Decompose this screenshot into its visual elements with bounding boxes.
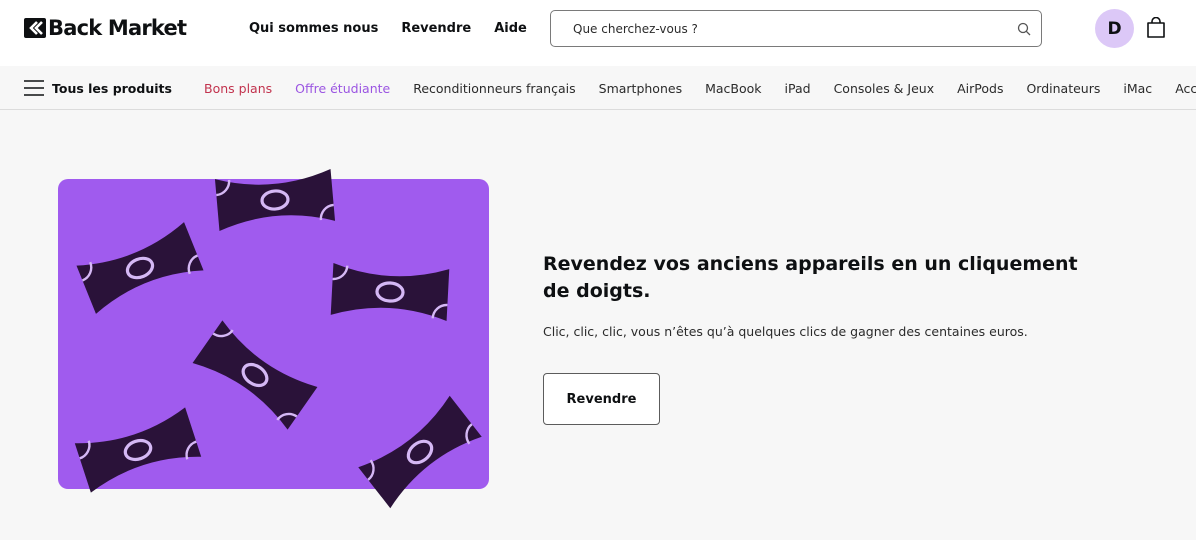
category-link-airpods[interactable]: AirPods xyxy=(957,80,1003,97)
nav-link-help[interactable]: Aide xyxy=(494,20,527,38)
category-bar: Tous les produits Bons plans Offre étudi… xyxy=(0,66,1196,110)
category-link-smartphones[interactable]: Smartphones xyxy=(599,80,682,97)
hero-illustration-card xyxy=(58,179,489,489)
all-products-menu-button[interactable]: Tous les produits xyxy=(24,79,172,97)
search-icon[interactable] xyxy=(1017,22,1031,36)
hero-subtitle: Clic, clic, clic, vous n’êtes qu’à quelq… xyxy=(543,324,1028,339)
category-link-french-refurbishers[interactable]: Reconditionneurs français xyxy=(413,80,575,97)
category-link-computers[interactable]: Ordinateurs xyxy=(1026,80,1100,97)
category-link-accessories[interactable]: Accessoires xyxy=(1175,80,1196,97)
hamburger-menu-icon xyxy=(24,80,44,96)
search-input[interactable] xyxy=(573,19,1003,39)
category-link-ipad[interactable]: iPad xyxy=(785,80,811,97)
resell-button[interactable]: Revendre xyxy=(543,373,660,425)
nav-link-about[interactable]: Qui sommes nous xyxy=(249,20,378,38)
search-bar xyxy=(550,10,1042,47)
category-link-student-offer[interactable]: Offre étudiante xyxy=(295,80,390,97)
user-avatar[interactable]: D xyxy=(1095,9,1134,48)
top-header: Back Market Qui sommes nous Revendre Aid… xyxy=(0,0,1196,66)
category-link-macbook[interactable]: MacBook xyxy=(705,80,761,97)
back-market-logo-icon xyxy=(24,18,46,38)
all-products-label: Tous les produits xyxy=(52,80,172,96)
top-nav: Qui sommes nous Revendre Aide xyxy=(249,20,550,38)
hero-title: Revendez vos anciens appareils en un cli… xyxy=(543,253,1078,302)
category-link-consoles[interactable]: Consoles & Jeux xyxy=(834,80,935,97)
category-link-deals[interactable]: Bons plans xyxy=(204,80,272,97)
nav-link-resell[interactable]: Revendre xyxy=(401,20,471,38)
shopping-bag-icon[interactable] xyxy=(1146,17,1166,39)
brand-logo[interactable]: Back Market xyxy=(24,16,187,40)
category-links: Bons plans Offre étudiante Reconditionne… xyxy=(204,80,1196,97)
brand-name: Back Market xyxy=(48,16,187,40)
category-link-imac[interactable]: iMac xyxy=(1123,80,1152,97)
